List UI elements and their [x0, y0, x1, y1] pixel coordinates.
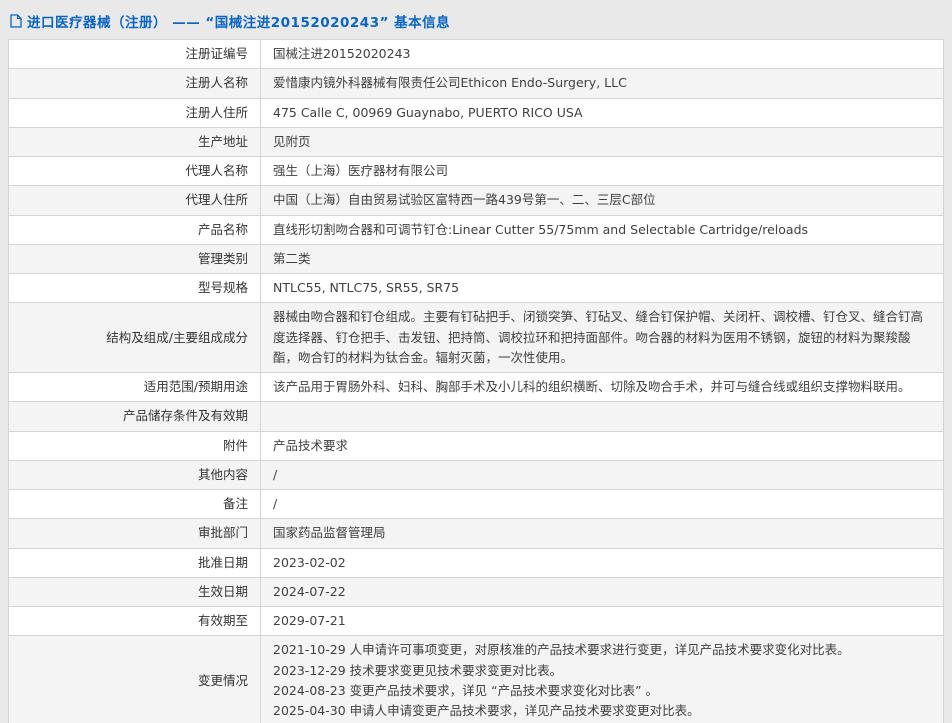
row-value: 器械由吻合器和钉仓组成。主要有钉砧把手、闭锁突笋、钉砧叉、缝合钉保护帽、关闭杆、… — [261, 303, 944, 373]
row-value: 第二类 — [261, 244, 944, 273]
row-label: 管理类别 — [9, 244, 261, 273]
table-row: 代理人名称 强生（上海）医疗器材有限公司 — [9, 157, 944, 186]
row-label: 审批部门 — [9, 519, 261, 548]
table-row: 适用范围/预期用途 该产品用于胃肠外科、妇科、胸部手术及小儿科的组织横断、切除及… — [9, 373, 944, 402]
row-label: 变更情况 — [9, 636, 261, 723]
row-label: 备注 — [9, 490, 261, 519]
row-label: 批准日期 — [9, 548, 261, 577]
page: 进口医疗器械（注册） —— “国械注进20152020243” 基本信息 注册证… — [0, 0, 952, 723]
row-label: 适用范围/预期用途 — [9, 373, 261, 402]
row-value: 强生（上海）医疗器材有限公司 — [261, 157, 944, 186]
table-row: 审批部门 国家药品监督管理局 — [9, 519, 944, 548]
row-label: 生效日期 — [9, 577, 261, 606]
row-label: 代理人名称 — [9, 157, 261, 186]
table-row: 注册人住所 475 Calle C, 00969 Guaynabo, PUERT… — [9, 98, 944, 127]
row-label: 型号规格 — [9, 274, 261, 303]
row-value: 2024-07-22 — [261, 577, 944, 606]
row-label: 代理人住所 — [9, 186, 261, 215]
row-label: 产品储存条件及有效期 — [9, 402, 261, 431]
row-label: 注册证编号 — [9, 40, 261, 69]
table-row: 型号规格 NTLC55, NTLC75, SR55, SR75 — [9, 274, 944, 303]
row-value: / — [261, 460, 944, 489]
table-row: 批准日期 2023-02-02 — [9, 548, 944, 577]
row-value: 国械注进20152020243 — [261, 40, 944, 69]
table-row: 管理类别 第二类 — [9, 244, 944, 273]
row-value: NTLC55, NTLC75, SR55, SR75 — [261, 274, 944, 303]
document-icon — [10, 14, 22, 28]
row-label: 产品名称 — [9, 215, 261, 244]
row-value: 直线形切割吻合器和可调节钉仓:Linear Cutter 55/75mm and… — [261, 215, 944, 244]
row-label: 结构及组成/主要组成成分 — [9, 303, 261, 373]
row-value: 2029-07-21 — [261, 607, 944, 636]
row-value: 该产品用于胃肠外科、妇科、胸部手术及小儿科的组织横断、切除及吻合手术，并可与缝合… — [261, 373, 944, 402]
row-value: / — [261, 490, 944, 519]
page-title: 进口医疗器械（注册） —— “国械注进20152020243” 基本信息 — [27, 11, 450, 31]
table-row: 生效日期 2024-07-22 — [9, 577, 944, 606]
row-label: 注册人名称 — [9, 69, 261, 98]
table-row: 注册证编号 国械注进20152020243 — [9, 40, 944, 69]
table-row: 生产地址 见附页 — [9, 127, 944, 156]
registration-info-table: 注册证编号 国械注进20152020243 注册人名称 爱惜康内镜外科器械有限责… — [8, 39, 944, 723]
table-row: 其他内容 / — [9, 460, 944, 489]
table-row: 注册人名称 爱惜康内镜外科器械有限责任公司Ethicon Endo-Surger… — [9, 69, 944, 98]
table-row: 结构及组成/主要组成成分 器械由吻合器和钉仓组成。主要有钉砧把手、闭锁突笋、钉砧… — [9, 303, 944, 373]
row-value: 2023-02-02 — [261, 548, 944, 577]
row-value: 475 Calle C, 00969 Guaynabo, PUERTO RICO… — [261, 98, 944, 127]
table-row: 产品储存条件及有效期 — [9, 402, 944, 431]
row-value: 国家药品监督管理局 — [261, 519, 944, 548]
table-row: 附件 产品技术要求 — [9, 431, 944, 460]
row-value: 产品技术要求 — [261, 431, 944, 460]
table-row: 变更情况 2021-10-29 人申请许可事项变更，对原核准的产品技术要求进行变… — [9, 636, 944, 723]
table-row: 代理人住所 中国（上海）自由贸易试验区富特西一路439号第一、二、三层C部位 — [9, 186, 944, 215]
row-value: 中国（上海）自由贸易试验区富特西一路439号第一、二、三层C部位 — [261, 186, 944, 215]
row-value: 2021-10-29 人申请许可事项变更，对原核准的产品技术要求进行变更，详见产… — [261, 636, 944, 723]
row-label: 其他内容 — [9, 460, 261, 489]
row-value: 爱惜康内镜外科器械有限责任公司Ethicon Endo-Surgery, LLC — [261, 69, 944, 98]
row-label: 生产地址 — [9, 127, 261, 156]
table-row: 有效期至 2029-07-21 — [9, 607, 944, 636]
row-label: 注册人住所 — [9, 98, 261, 127]
row-value: 见附页 — [261, 127, 944, 156]
row-label: 附件 — [9, 431, 261, 460]
table-row: 备注 / — [9, 490, 944, 519]
page-header: 进口医疗器械（注册） —— “国械注进20152020243” 基本信息 — [8, 5, 944, 39]
row-label: 有效期至 — [9, 607, 261, 636]
table-row: 产品名称 直线形切割吻合器和可调节钉仓:Linear Cutter 55/75m… — [9, 215, 944, 244]
row-value — [261, 402, 944, 431]
